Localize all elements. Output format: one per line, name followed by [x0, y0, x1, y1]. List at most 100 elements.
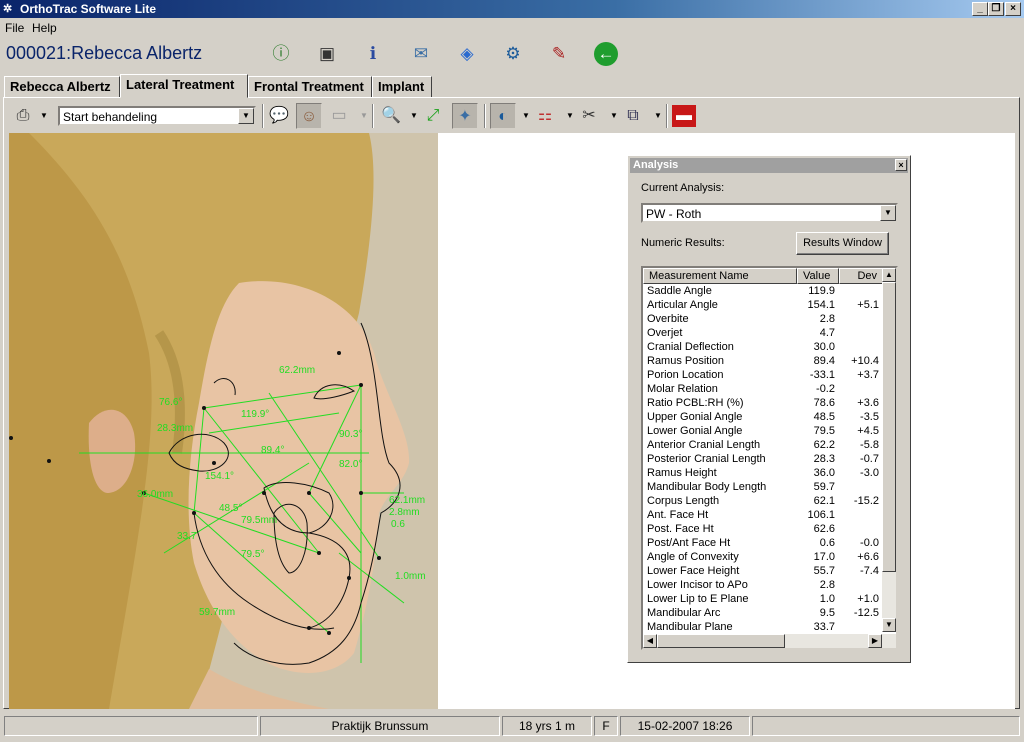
table-row[interactable]: Corpus Length 62.1 -15.2	[643, 495, 883, 509]
scroll-up-icon[interactable]: ▲	[882, 268, 896, 282]
column-measurement-name[interactable]: Measurement Name	[643, 268, 797, 284]
zoom-dropdown-icon[interactable]: ▼	[410, 111, 418, 120]
tool-icon[interactable]: ✎	[546, 42, 572, 66]
column-dev[interactable]: Dev	[839, 268, 883, 284]
table-row[interactable]: Ant. Face Ht 106.1	[643, 509, 883, 523]
documents-icon[interactable]: ✉	[408, 42, 434, 66]
zoom-icon[interactable]: 🔍	[378, 103, 404, 129]
scroll-down-icon[interactable]: ▼	[882, 618, 896, 632]
chevron-down-icon[interactable]: ▼	[880, 205, 896, 221]
tab-lateral-treatment[interactable]: Lateral Treatment	[120, 74, 248, 98]
measurement-value: 17.0	[813, 551, 835, 563]
compare-dropdown-icon[interactable]: ▼	[360, 111, 368, 120]
measurement-name: Articular Angle	[647, 299, 718, 311]
measurement-list[interactable]: Measurement Name Value Dev Saddle Angle 1…	[641, 266, 898, 650]
measurement-value: 62.6	[813, 523, 835, 535]
table-row[interactable]: Post. Face Ht 62.6	[643, 523, 883, 537]
table-row[interactable]: Mandibular Plane 33.7	[643, 621, 883, 635]
analysis-window[interactable]: Analysis × Current Analysis: PW - Roth ▼…	[627, 155, 911, 663]
image-icon[interactable]: ◈	[454, 42, 480, 66]
table-row[interactable]: Ramus Position 89.4 +10.4	[643, 355, 883, 369]
comment-icon[interactable]: 💬	[266, 103, 292, 129]
table-row[interactable]: Saddle Angle 119.9	[643, 285, 883, 299]
table-row[interactable]: Lower Incisor to APo 2.8	[643, 579, 883, 593]
analysis-icon[interactable]: ◐	[490, 103, 516, 129]
tracing-label: 48.5°	[219, 503, 242, 514]
current-analysis-value: PW - Roth	[646, 207, 702, 221]
measurement-name: Lower Lip to E Plane	[647, 593, 749, 605]
teeth-dropdown-icon[interactable]: ▼	[566, 111, 574, 120]
measurement-value: 4.7	[819, 327, 835, 339]
horizontal-scrollbar[interactable]: ◀ ▶	[643, 634, 896, 648]
results-window-button[interactable]: Results Window	[796, 232, 889, 255]
table-row[interactable]: Lower Lip to E Plane 1.0 +1.0	[643, 593, 883, 607]
analysis-dropdown-icon[interactable]: ▼	[522, 111, 530, 120]
table-row[interactable]: Porion Location -33.1 +3.7	[643, 369, 883, 383]
measurement-value: -0.2	[816, 383, 835, 395]
measurement-value: 48.5	[813, 411, 835, 423]
close-button[interactable]: ×	[1005, 2, 1021, 16]
table-row[interactable]: Angle of Convexity 17.0 +6.6	[643, 551, 883, 565]
table-row[interactable]: Upper Gonial Angle 48.5 -3.5	[643, 411, 883, 425]
patient-info-icon[interactable]: ⓘ	[268, 42, 294, 66]
viewer-icon[interactable]: ▣	[314, 42, 340, 66]
table-row[interactable]: Posterior Cranial Length 28.3 -0.7	[643, 453, 883, 467]
table-row[interactable]: Mandibular Body Length 59.7	[643, 481, 883, 495]
scissors-icon[interactable]: ✂	[576, 103, 602, 129]
menu-file[interactable]: File	[5, 21, 24, 35]
vertical-scrollbar[interactable]: ▲ ▼	[882, 268, 896, 632]
patient-lateral-photo[interactable]: 62.2mm 76.6° 119.9° 28.3mm 90.3° 89.4° 8…	[9, 133, 438, 709]
print-dropdown-icon[interactable]: ▼	[40, 111, 48, 120]
table-row[interactable]: Post/Ant Face Ht 0.6 -0.0	[643, 537, 883, 551]
separator	[484, 104, 486, 128]
measurement-name: Post. Face Ht	[647, 523, 714, 535]
settings-icon[interactable]: ⚙	[500, 42, 526, 66]
measurement-dev: +4.5	[857, 425, 879, 437]
scroll-thumb[interactable]	[882, 282, 896, 572]
table-row[interactable]: Overbite 2.8	[643, 313, 883, 327]
tab-frontal-treatment[interactable]: Frontal Treatment	[248, 76, 372, 98]
measurement-name: Ramus Height	[647, 467, 717, 479]
measurement-name: Molar Relation	[647, 383, 718, 395]
analysis-titlebar[interactable]: Analysis ×	[630, 158, 908, 173]
tab-patient[interactable]: Rebecca Albertz	[4, 76, 120, 98]
scroll-left-icon[interactable]: ◀	[643, 634, 657, 648]
photo-icon[interactable]: ☺	[296, 103, 322, 129]
back-icon[interactable]: ←	[594, 42, 618, 66]
superimpose-icon[interactable]: ⧉	[620, 103, 646, 129]
tracing-icon[interactable]: ✦	[452, 103, 478, 129]
table-row[interactable]: Lower Gonial Angle 79.5 +4.5	[643, 425, 883, 439]
table-row[interactable]: Articular Angle 154.1 +5.1	[643, 299, 883, 313]
scissors-dropdown-icon[interactable]: ▼	[610, 111, 618, 120]
stage-select[interactable]: Start behandeling ▼	[58, 106, 256, 126]
compare-icon[interactable]: ▭	[326, 103, 352, 129]
hscroll-thumb[interactable]	[657, 634, 785, 648]
table-row[interactable]: Cranial Deflection 30.0	[643, 341, 883, 355]
tracing-label: 76.6°	[159, 397, 182, 408]
close-icon[interactable]: ×	[895, 159, 907, 171]
table-row[interactable]: Overjet 4.7	[643, 327, 883, 341]
column-value[interactable]: Value	[797, 268, 839, 284]
table-row[interactable]: Ramus Height 36.0 -3.0	[643, 467, 883, 481]
measurement-name: Lower Face Height	[647, 565, 740, 577]
fit-window-icon[interactable]: ⤢	[420, 103, 446, 129]
toolbox-icon[interactable]: ▬	[672, 105, 696, 127]
chevron-down-icon[interactable]: ▼	[238, 108, 254, 124]
restore-button[interactable]: ❐	[988, 2, 1004, 16]
superimpose-dropdown-icon[interactable]: ▼	[654, 111, 662, 120]
table-row[interactable]: Lower Face Height 55.7 -7.4	[643, 565, 883, 579]
current-analysis-select[interactable]: PW - Roth ▼	[641, 203, 898, 223]
teeth-icon[interactable]: ⚏	[532, 103, 558, 129]
table-row[interactable]: Anterior Cranial Length 62.2 -5.8	[643, 439, 883, 453]
menu-help[interactable]: Help	[32, 21, 57, 35]
table-row[interactable]: Mandibular Arc 9.5 -12.5	[643, 607, 883, 621]
tab-implant[interactable]: Implant	[372, 76, 432, 98]
measurement-value: 36.0	[813, 467, 835, 479]
print-icon[interactable]: ⎙	[10, 103, 36, 129]
table-row[interactable]: Molar Relation -0.2	[643, 383, 883, 397]
minimize-button[interactable]: _	[972, 2, 988, 16]
table-row[interactable]: Ratio PCBL:RH (%) 78.6 +3.6	[643, 397, 883, 411]
info-icon[interactable]: ℹ	[360, 42, 386, 66]
analysis-title: Analysis	[633, 159, 679, 171]
scroll-right-icon[interactable]: ▶	[868, 634, 882, 648]
